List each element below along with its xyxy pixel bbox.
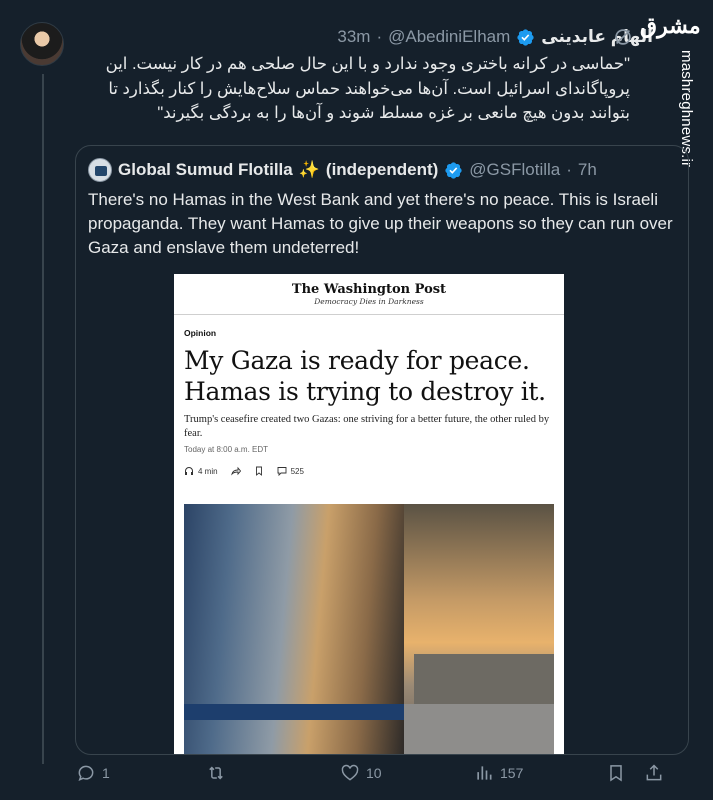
quoted-tweet-text: There's no Hamas in the West Bank and ye…: [88, 190, 673, 257]
quoted-author-name[interactable]: Global Sumud Flotilla: [118, 160, 293, 180]
views-count: 157: [500, 765, 524, 781]
share-button[interactable]: [644, 763, 664, 783]
reply-icon: [78, 765, 94, 782]
article-section: Opinion: [184, 328, 217, 338]
author-name[interactable]: الهام عابدینی: [541, 27, 653, 47]
reply-count: 1: [102, 765, 110, 781]
reply-button[interactable]: 1: [76, 763, 110, 783]
comment-icon: [277, 467, 287, 476]
quoted-tweet-card[interactable]: Global Sumud Flotilla ✨ (independent) @G…: [75, 145, 689, 755]
share-arrow-icon: [230, 466, 241, 476]
bookmark-icon: [610, 765, 622, 782]
verified-badge-icon: [517, 28, 534, 46]
tweet-time[interactable]: 33m: [337, 27, 370, 47]
author-handle[interactable]: @AbediniElham: [388, 27, 510, 47]
bookmark-icon: [255, 466, 262, 476]
quoted-author-handle[interactable]: @GSFlotilla: [469, 160, 560, 180]
grok-icon[interactable]: [612, 26, 634, 48]
headphones-icon: [185, 467, 193, 475]
article-meta-row: 4 min 525: [184, 466, 564, 476]
sparkle-emoji: ✨: [298, 160, 320, 179]
newspaper-tagline: Democracy Dies in Darkness: [314, 297, 424, 306]
heart-icon: [341, 764, 359, 781]
bookmark-button[interactable]: [606, 763, 626, 783]
retweet-button[interactable]: [206, 763, 232, 783]
listen-item: 4 min: [184, 466, 218, 476]
comments-item: 525: [277, 466, 304, 476]
newspaper-masthead: The Washington Post: [291, 282, 447, 297]
like-button[interactable]: 10: [340, 763, 382, 783]
retweet-icon: [209, 766, 223, 780]
article-screenshot[interactable]: The Washington Post Democracy Dies in Da…: [174, 274, 564, 754]
ground-shape: [404, 704, 554, 754]
article-headline: My Gaza is ready for peace. Hamas is try…: [184, 346, 546, 406]
listen-time: 4 min: [198, 466, 218, 476]
time-separator: ·: [376, 27, 383, 46]
thread-line: [42, 74, 44, 764]
verified-badge-icon: [445, 161, 462, 179]
masthead-divider: [174, 314, 564, 315]
article-dateline: Today at 8:00 a.m. EDT: [184, 445, 269, 454]
quoted-author-suffix[interactable]: (independent): [326, 160, 438, 180]
article-photo: [184, 504, 554, 754]
quoted-tweet-time[interactable]: 7h: [578, 160, 597, 180]
watermark-logo: مشرق: [640, 13, 701, 39]
building-shape: [414, 654, 554, 704]
quoted-tweet-header: Global Sumud Flotilla ✨ (independent) @G…: [88, 158, 597, 182]
tweet-header: الهام عابدینی @AbediniElham · 33m: [78, 22, 653, 52]
quoted-time-separator: ·: [566, 160, 572, 179]
tweet-action-bar: 1 10 157: [72, 763, 672, 791]
views-button[interactable]: 157: [474, 763, 523, 783]
truck-bed-shape: [184, 704, 409, 720]
article-subheadline: Trump's ceasefire created two Gazas: one…: [184, 414, 550, 439]
quoted-author-avatar[interactable]: [88, 158, 112, 182]
views-chart-icon: [477, 766, 492, 780]
author-avatar[interactable]: [20, 22, 64, 66]
like-count: 10: [366, 765, 382, 781]
tweet-text: "حماسی در کرانه باختری وجود ندارد و با ا…: [105, 55, 630, 122]
share-icon: [646, 764, 662, 781]
comments-count: 525: [290, 466, 304, 476]
